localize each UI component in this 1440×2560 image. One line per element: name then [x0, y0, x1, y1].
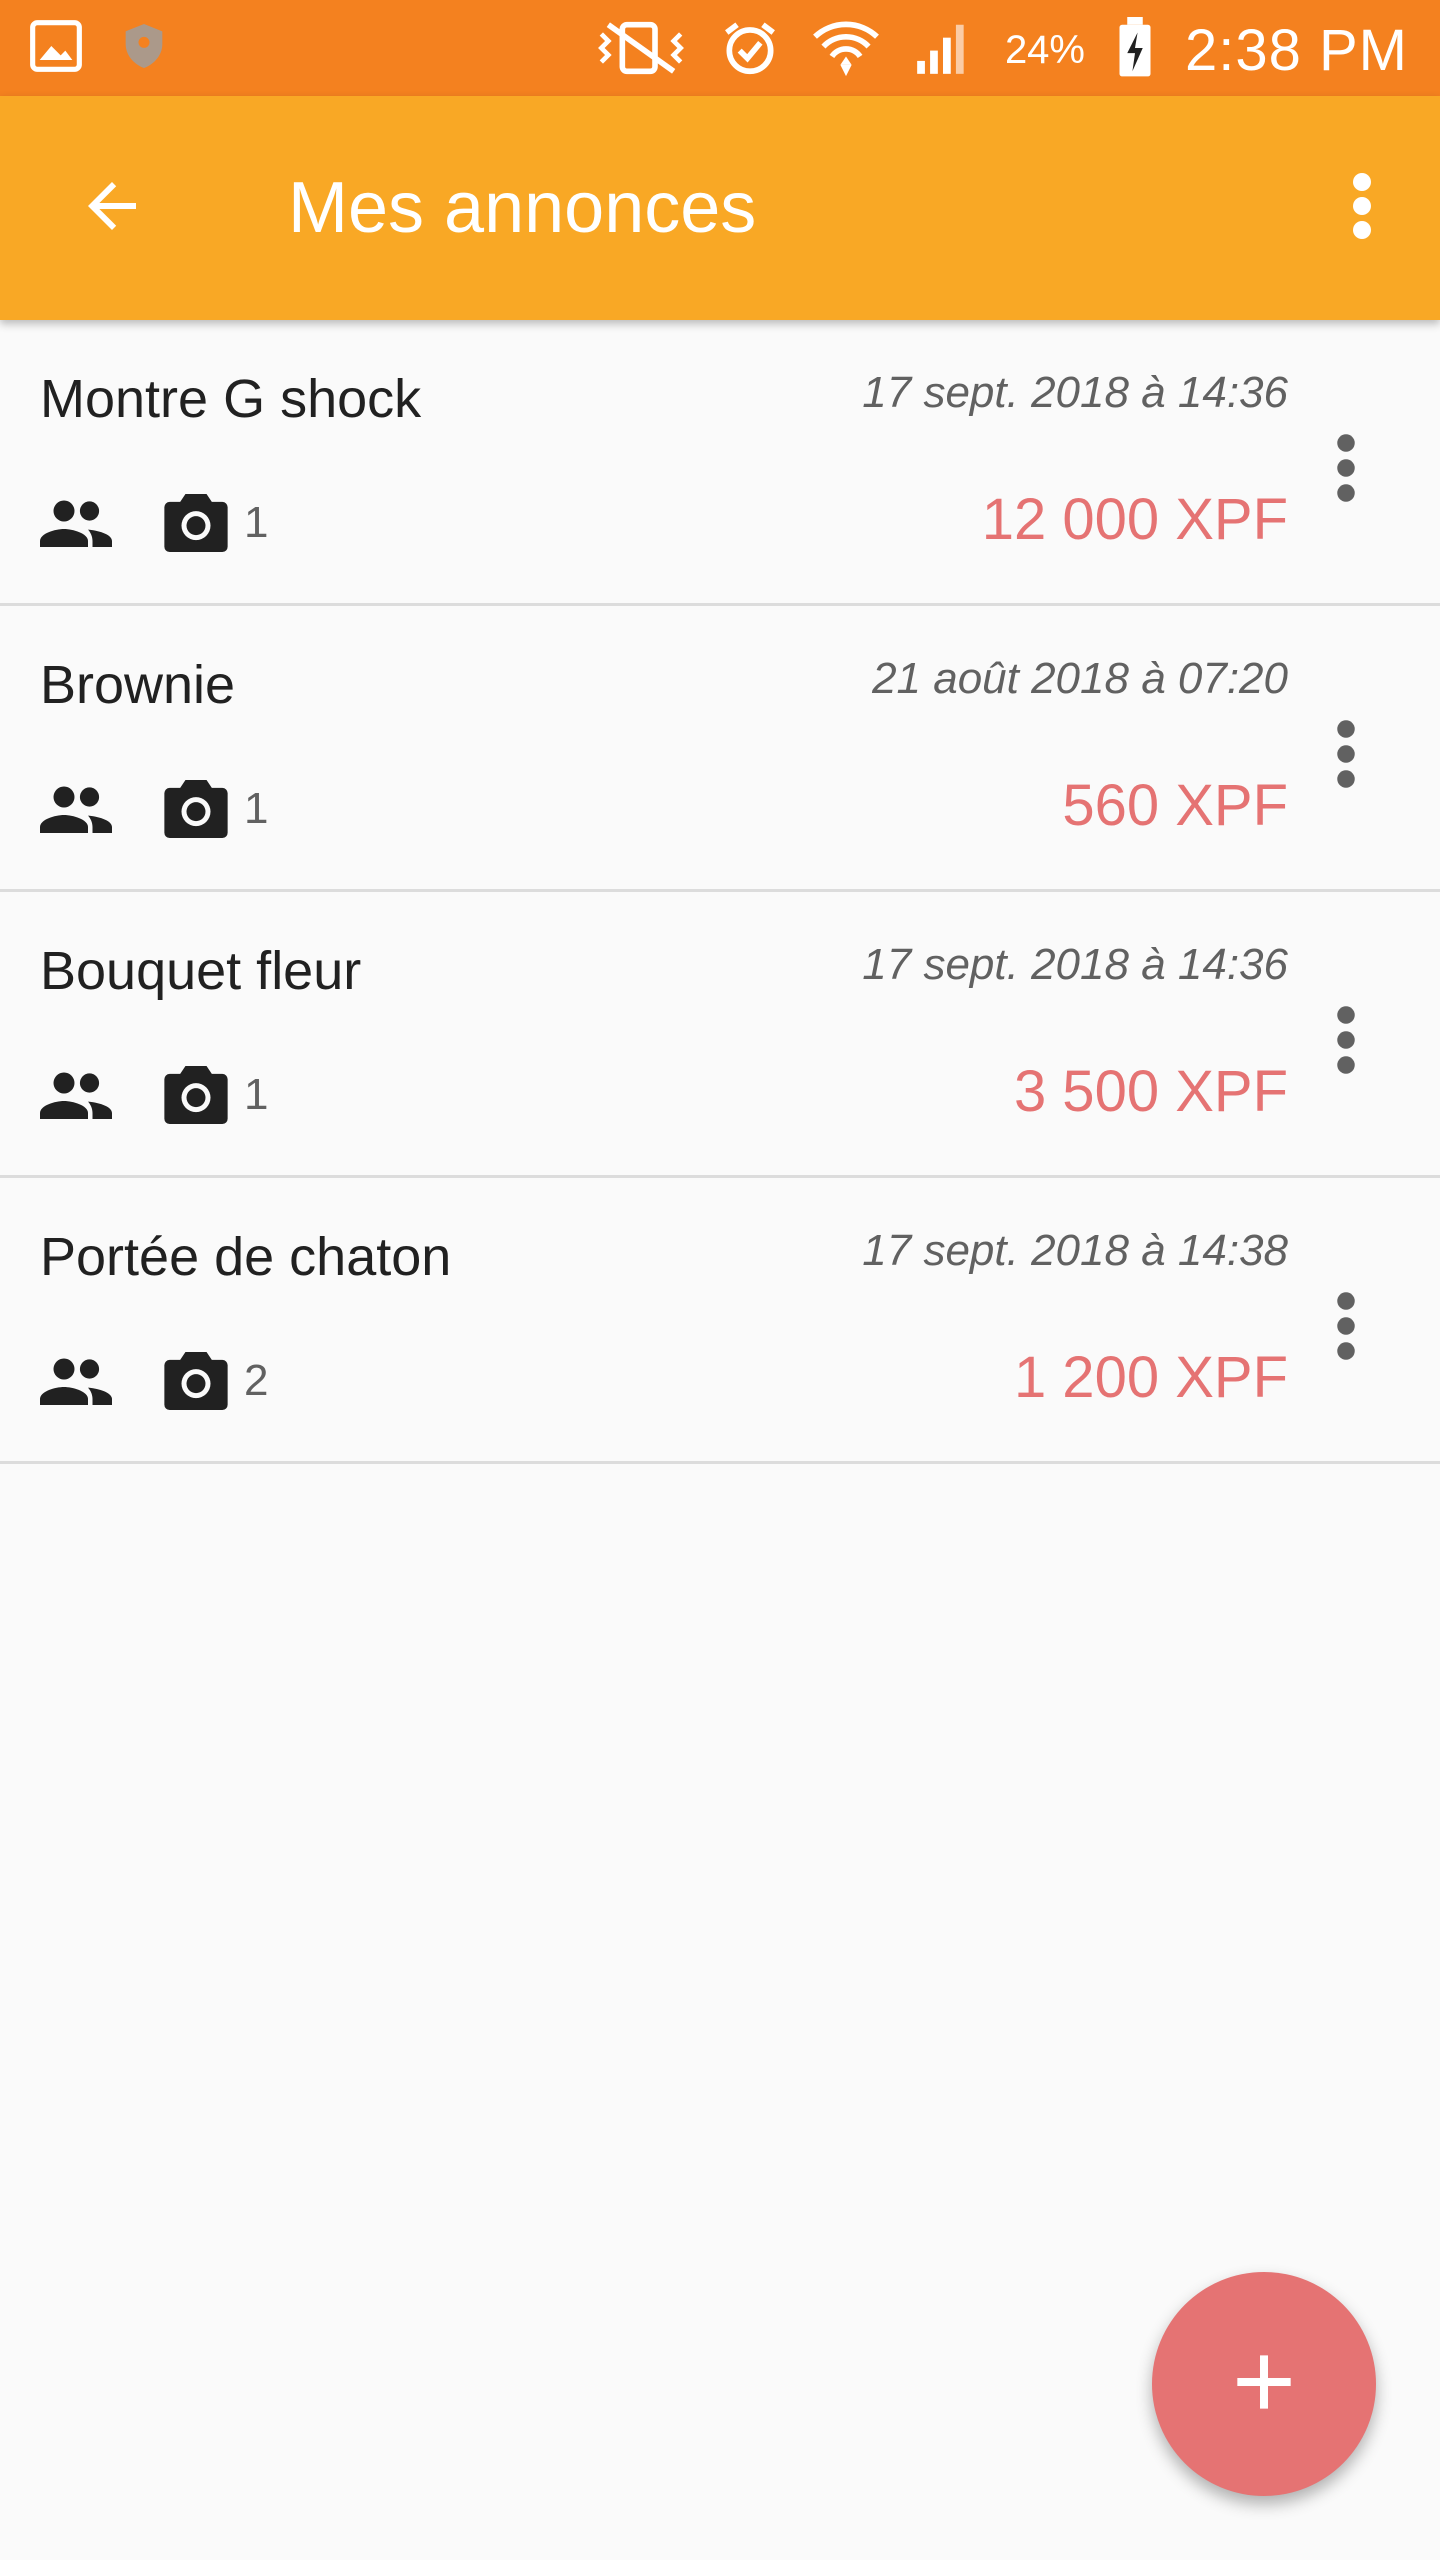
photo-count: 1: [244, 498, 269, 547]
photo-count: 1: [244, 1070, 269, 1119]
arrow-back-icon: [76, 170, 148, 247]
battery-percent: 24%: [1004, 27, 1085, 72]
status-bar: 24% 2:38 PM: [0, 0, 1440, 96]
listing-meta: 1: [40, 488, 268, 558]
camera-icon: [164, 494, 228, 552]
listing-price: 3 500 XPF: [1013, 1059, 1288, 1124]
listing-meta: 1: [40, 774, 268, 844]
back-button[interactable]: [64, 160, 160, 256]
overflow-menu-button[interactable]: [1314, 160, 1410, 256]
listing-price: 560 XPF: [1062, 773, 1288, 838]
signal-icon: [911, 17, 975, 84]
people-icon: [40, 1072, 112, 1119]
list-item[interactable]: Bouquet fleur 17 sept. 2018 à 14:36 1 3 …: [0, 892, 1440, 1178]
listing-date: 21 août 2018 à 07:20: [872, 654, 1288, 703]
people-icon: [40, 500, 112, 547]
listing-meta: 1: [40, 1060, 268, 1130]
wifi-icon: [811, 17, 881, 84]
photo-count: 2: [244, 1356, 269, 1405]
list-item[interactable]: Portée de chaton 17 sept. 2018 à 14:38 2…: [0, 1178, 1440, 1464]
listing-menu-button[interactable]: [1314, 408, 1378, 528]
people-icon: [40, 1358, 112, 1405]
more-vert-icon: [1337, 434, 1355, 502]
clock: 2:38 PM: [1185, 17, 1408, 83]
camera-icon: [164, 1352, 228, 1410]
list-item[interactable]: Brownie 21 août 2018 à 07:20 1 560 XPF: [0, 606, 1440, 892]
listing-title: Brownie: [40, 655, 236, 715]
listings-list: Montre G shock 17 sept. 2018 à 14:36 1 1…: [0, 320, 1440, 1464]
people-icon: [40, 786, 112, 833]
app-bar: Mes annonces: [0, 96, 1440, 320]
gallery-icon: [28, 18, 84, 79]
more-vert-icon: [1350, 170, 1374, 247]
listing-price: 1 200 XPF: [1013, 1345, 1288, 1410]
listing-date: 17 sept. 2018 à 14:36: [862, 368, 1288, 417]
vibrate-icon: [593, 20, 689, 81]
list-item[interactable]: Montre G shock 17 sept. 2018 à 14:36 1 1…: [0, 320, 1440, 606]
add-icon: [1232, 2350, 1296, 2419]
listing-date: 17 sept. 2018 à 14:36: [862, 940, 1288, 989]
more-vert-icon: [1337, 1292, 1355, 1360]
listing-menu-button[interactable]: [1314, 694, 1378, 814]
battery-charging-icon: [1115, 16, 1155, 84]
listing-price: 12 000 XPF: [981, 487, 1288, 552]
camera-icon: [164, 1066, 228, 1124]
alarm-icon: [719, 17, 781, 84]
listing-menu-button[interactable]: [1314, 1266, 1378, 1386]
listing-title: Bouquet fleur: [40, 941, 362, 1001]
page-title: Mes annonces: [288, 168, 757, 248]
shield-icon: [122, 21, 166, 76]
more-vert-icon: [1337, 1006, 1355, 1074]
more-vert-icon: [1337, 720, 1355, 788]
camera-icon: [164, 780, 228, 838]
listing-title: Montre G shock: [40, 369, 422, 429]
listing-date: 17 sept. 2018 à 14:38: [862, 1226, 1288, 1275]
listing-menu-button[interactable]: [1314, 980, 1378, 1100]
photo-count: 1: [244, 784, 269, 833]
add-listing-button[interactable]: [1152, 2272, 1376, 2496]
listing-meta: 2: [40, 1346, 268, 1416]
listing-title: Portée de chaton: [40, 1227, 452, 1287]
